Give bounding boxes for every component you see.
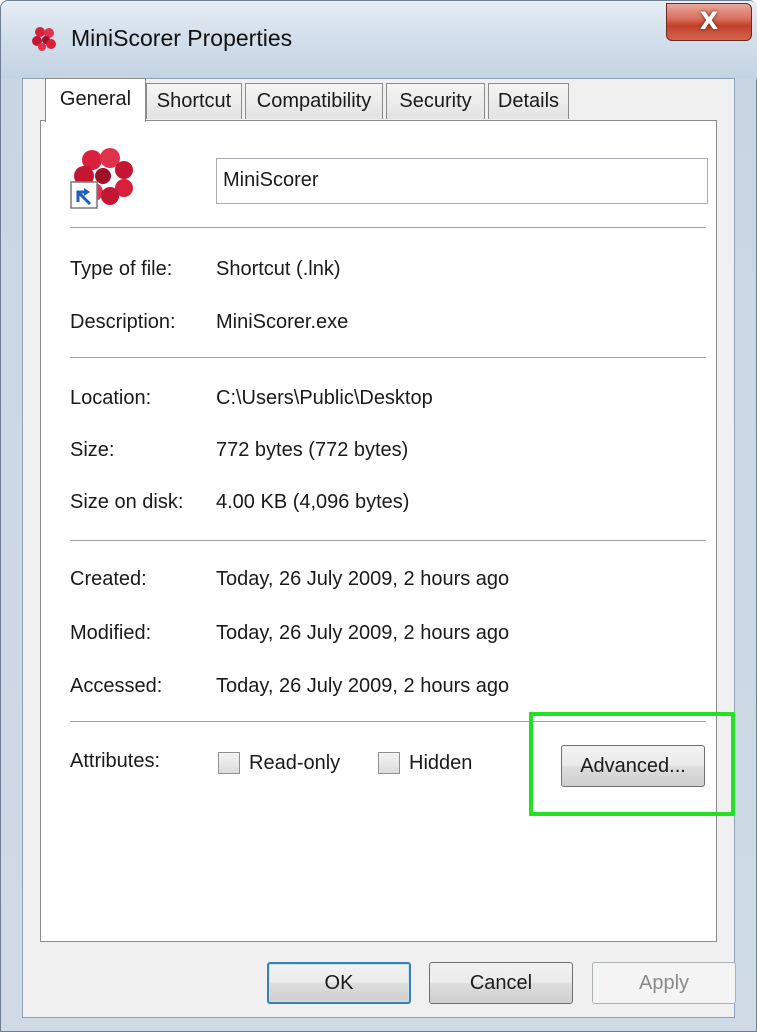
created-value: Today, 26 July 2009, 2 hours ago [216,568,510,590]
button-label: Cancel [469,972,533,994]
tab-label: Security [399,90,472,112]
created-label: Created: [70,568,147,590]
location-label: Location: [70,387,152,409]
tab-shortcut[interactable]: Shortcut [146,83,242,119]
divider [70,227,706,228]
ok-button[interactable]: OK [267,962,411,1004]
hidden-checkbox[interactable] [378,752,400,774]
file-name-input[interactable]: MiniScorer [216,158,708,204]
cancel-button[interactable]: Cancel [429,962,573,1004]
tab-security[interactable]: Security [386,83,485,119]
size-on-disk-value: 4.00 KB (4,096 bytes) [216,491,410,513]
description-value: MiniScorer.exe [216,311,349,333]
description-label: Description: [70,311,176,333]
apply-button[interactable]: Apply [592,962,736,1004]
close-icon: X [699,7,719,35]
button-label: Apply [638,972,690,994]
size-label: Size: [70,439,115,461]
accessed-value: Today, 26 July 2009, 2 hours ago [216,675,510,697]
size-value: 772 bytes (772 bytes) [216,439,409,461]
tab-general[interactable]: General [45,78,146,122]
red-molecule-shortcut-icon [70,148,133,209]
highlight-box [529,712,735,816]
attributes-label: Attributes: [70,750,161,772]
hidden-label[interactable]: Hidden [409,752,472,775]
tab-details[interactable]: Details [488,83,569,119]
modified-value: Today, 26 July 2009, 2 hours ago [216,622,510,644]
close-button[interactable]: X [666,3,752,41]
location-value: C:\Users\Public\Desktop [216,387,433,409]
read-only-label[interactable]: Read-only [249,752,340,775]
title-bar[interactable]: MiniScorer Properties X [1,1,757,79]
accessed-label: Accessed: [70,675,163,697]
button-label: OK [324,972,354,994]
tab-compatibility[interactable]: Compatibility [245,83,383,119]
size-on-disk-label: Size on disk: [70,491,184,513]
tab-label: Shortcut [156,90,232,112]
divider [70,357,706,358]
read-only-checkbox[interactable] [218,752,240,774]
window-title: MiniScorer Properties [71,25,293,51]
tab-label: General [59,88,132,110]
divider [70,540,706,541]
tab-label: Compatibility [256,90,372,112]
red-molecule-icon [32,27,56,51]
modified-label: Modified: [70,622,152,644]
type-of-file-label: Type of file: [70,258,173,280]
tab-label: Details [497,90,560,112]
general-tab-panel [40,120,717,942]
type-of-file-value: Shortcut (.lnk) [216,258,341,280]
